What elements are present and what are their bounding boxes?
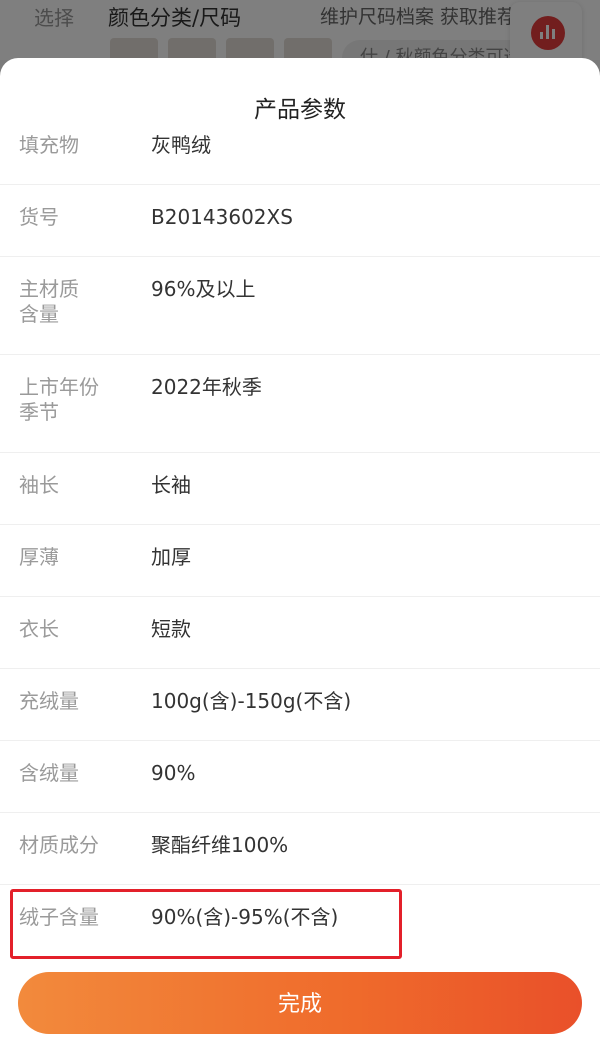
params-list: 填充物 灰鸭绒 货号 B20143602XS 主材质 含量 96%及以上 上市年… (0, 113, 600, 957)
param-row: 上市年份 季节 2022年秋季 (0, 355, 600, 453)
param-row: 含绒量 90% (0, 741, 600, 813)
param-value: 加厚 (151, 545, 191, 569)
param-label: 充绒量 (19, 689, 79, 713)
param-label: 填充物 (19, 133, 79, 157)
param-label: 货号 (19, 205, 59, 229)
done-button[interactable]: 完成 (18, 972, 582, 1034)
param-label: 绒子含量 (19, 905, 99, 929)
param-row: 货号 B20143602XS (0, 185, 600, 257)
product-params-sheet: 产品参数 填充物 灰鸭绒 货号 B20143602XS 主材质 含量 96%及以… (0, 58, 600, 1060)
param-value: 2022年秋季 (151, 375, 262, 399)
param-value: B20143602XS (151, 205, 293, 229)
param-row: 袖长 长袖 (0, 453, 600, 525)
param-row: 衣长 短款 (0, 597, 600, 669)
param-label: 上市年份 季节 (19, 375, 99, 424)
param-row: 绒子含量 90%(含)-95%(不含) (0, 885, 600, 957)
param-label: 袖长 (19, 473, 59, 497)
param-label: 含绒量 (19, 761, 79, 785)
param-row: 厚薄 加厚 (0, 525, 600, 597)
param-value: 短款 (151, 617, 191, 641)
param-value: 90%(含)-95%(不含) (151, 905, 339, 929)
param-row: 材质成分 聚酯纤维100% (0, 813, 600, 885)
param-value: 长袖 (151, 473, 191, 497)
param-value: 90% (151, 761, 196, 785)
param-value: 100g(含)-150g(不含) (151, 689, 352, 713)
param-row: 填充物 灰鸭绒 (0, 113, 600, 185)
param-value: 96%及以上 (151, 277, 256, 301)
param-row: 充绒量 100g(含)-150g(不含) (0, 669, 600, 741)
param-value: 灰鸭绒 (151, 133, 211, 157)
param-label: 材质成分 (19, 833, 99, 857)
param-label: 厚薄 (19, 545, 59, 569)
param-row: 主材质 含量 96%及以上 (0, 257, 600, 355)
param-value: 聚酯纤维100% (151, 833, 289, 857)
param-label: 主材质 含量 (19, 277, 79, 326)
param-label: 衣长 (19, 617, 59, 641)
